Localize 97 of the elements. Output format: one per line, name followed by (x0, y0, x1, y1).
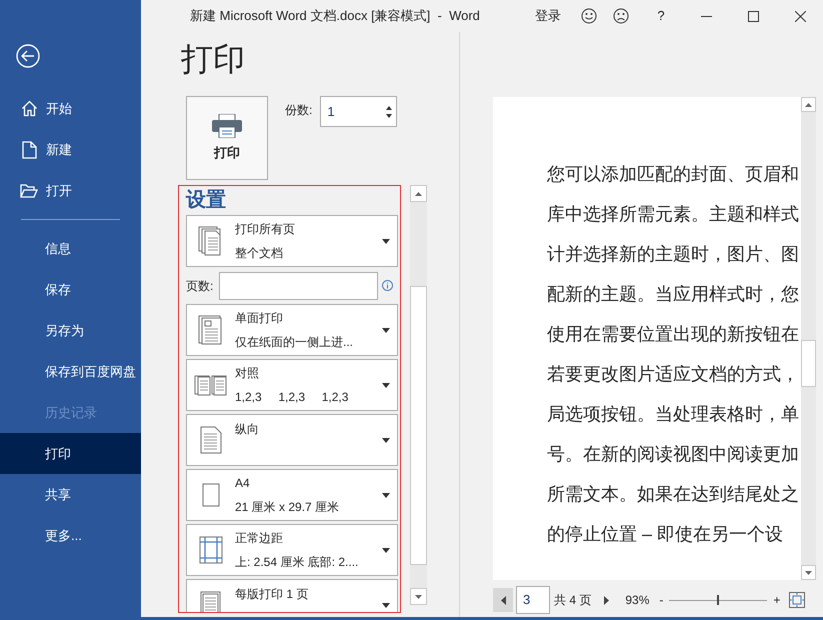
settings-heading: 设置 (186, 188, 227, 213)
settings-dropdown[interactable]: 打印所有页 整个文档 (186, 215, 398, 267)
scroll-up-button[interactable] (801, 97, 816, 112)
copies-label: 份数: (285, 102, 312, 119)
preview-text-line: 的停止位置 – 即使在另一个设 (547, 523, 784, 546)
preview-text-line: 配新的主题。当应用样式时，您 (547, 283, 799, 306)
down-arrow-icon (805, 570, 812, 574)
caret-icon (382, 438, 390, 442)
sidebar-item[interactable]: 新建 (0, 129, 141, 170)
help-button[interactable]: ? (655, 6, 667, 26)
preview-text-line: 所需文本。如果在达到结尾处之 (547, 483, 799, 506)
page-title: 打印 (180, 40, 246, 79)
left-arrow-icon (500, 596, 506, 604)
setting-detail: 仅在纸面的一侧上进... (235, 334, 354, 351)
scroll-down-button[interactable] (410, 588, 427, 605)
zoom-in-button[interactable]: + (773, 591, 780, 609)
setting-title: 打印所有页 (235, 221, 296, 238)
setting-title: A4 (235, 475, 251, 492)
setting-detail: 21 厘米 x 29.7 厘米 (235, 499, 340, 516)
smiley-icon[interactable] (581, 8, 597, 24)
down-arrow-icon[interactable] (386, 114, 392, 118)
blank-page-icon (202, 483, 220, 507)
page-count: 共 4 页 (554, 592, 592, 609)
stacked-pages-icon (194, 374, 228, 396)
caret-icon (382, 602, 390, 608)
preview-text-line: 您可以添加匹配的封面、页眉和 (547, 163, 799, 186)
document-icon (200, 591, 222, 612)
info-icon (382, 280, 394, 291)
scrollbar[interactable] (410, 185, 427, 605)
preview-text-line: 号。在新的阅读视图中阅读更加 (547, 443, 799, 466)
preview-text-line: 若要更改图片适应文档的方式， (547, 363, 799, 386)
up-arrow-icon (415, 192, 422, 196)
zoom-slider[interactable] (669, 595, 768, 605)
zoom-slider-thumb[interactable] (717, 595, 720, 605)
frown-icon[interactable] (613, 8, 629, 24)
sign-in-link[interactable]: 登录 (535, 6, 561, 26)
setting-title: 每版打印 1 页 (235, 586, 310, 603)
setting-title: 单面打印 (235, 310, 284, 327)
home-icon (20, 100, 38, 117)
preview-text-line: 计并选择新的主题时，图片、图 (547, 243, 799, 266)
copies-spinner[interactable]: 1 (320, 96, 398, 127)
right-arrow-icon (604, 596, 609, 604)
sidebar-item[interactable]: 更多... (0, 515, 141, 556)
sidebar-item[interactable]: 保存 (0, 269, 141, 310)
preview-text-line: 局选项按钮。当处理表格时，单 (547, 403, 799, 426)
setting-detail: 整个文档 (235, 245, 284, 262)
sidebar-item[interactable]: 保存到百度网盘 (0, 351, 141, 392)
setting-title: 纵向 (235, 421, 260, 438)
margins-icon (199, 536, 223, 564)
preview-text-line: 使用在需要位置出现的新按钮在 (547, 323, 799, 346)
down-arrow-icon (415, 594, 422, 598)
printer-icon (212, 114, 242, 138)
print-button[interactable]: 打印 (186, 96, 268, 180)
settings-dropdown[interactable]: 每版打印 1 页 (186, 579, 398, 612)
pages-input-field[interactable] (219, 272, 378, 300)
scroll-thumb[interactable] (801, 340, 816, 387)
back-button[interactable] (16, 44, 40, 68)
settings-dropdown[interactable]: A4 21 厘米 x 29.7 厘米 (186, 469, 398, 521)
up-arrow-icon (805, 102, 812, 106)
document-icon (22, 140, 36, 158)
setting-detail: 上: 2.54 厘米 底部: 2.... (235, 554, 360, 571)
settings-dropdown[interactable]: 纵向 (186, 414, 398, 466)
fit-page-icon[interactable] (789, 592, 806, 608)
caret-icon (382, 382, 390, 388)
scroll-down-button[interactable] (801, 565, 816, 580)
folder-icon (20, 184, 38, 198)
sidebar-item[interactable]: 信息 (0, 228, 141, 269)
sidebar-item[interactable]: 打印 (0, 433, 141, 474)
settings-dropdown[interactable]: 正常边距 上: 2.54 厘米 底部: 2.... (186, 524, 398, 576)
close-icon[interactable] (795, 10, 806, 22)
window-title: 新建 Microsoft Word 文档.docx [兼容模式] - Word (190, 7, 480, 26)
up-arrow-icon[interactable] (386, 106, 392, 110)
portrait-page-icon (200, 426, 222, 454)
setting-title: 正常边距 (235, 530, 284, 547)
preview-scrollbar[interactable] (801, 97, 816, 580)
caret-icon (382, 492, 390, 498)
settings-dropdown[interactable]: 对照 1,2,3 1,2,3 1,2,3 (186, 359, 398, 411)
scroll-thumb[interactable] (410, 286, 427, 565)
caret-icon (382, 238, 390, 244)
setting-title: 对照 (235, 365, 260, 382)
page-number-field[interactable]: 3 (516, 586, 550, 614)
maximize-icon[interactable] (748, 10, 759, 22)
setting-detail: 1,2,3 1,2,3 1,2,3 (235, 389, 350, 406)
sidebar-item[interactable]: 另存为 (0, 310, 141, 351)
sidebar-item[interactable]: 开始 (0, 88, 141, 129)
previous-page-button[interactable] (493, 588, 513, 612)
pages-label: 页数: (186, 278, 214, 294)
sidebar-item[interactable]: 共享 (0, 474, 141, 515)
preview-text-line: 库中选择所需元素。主题和样式 (547, 203, 799, 226)
scroll-up-button[interactable] (410, 185, 427, 202)
caret-icon (382, 328, 390, 332)
zoom-out-button[interactable]: - (659, 591, 664, 609)
zoom-percentage[interactable]: 93% (625, 591, 650, 609)
sidebar-item[interactable]: 打开 (0, 170, 141, 211)
caret-icon (382, 548, 390, 552)
document-icon (198, 315, 224, 345)
settings-dropdown[interactable]: 单面打印 仅在纸面的一侧上进... (186, 304, 398, 356)
